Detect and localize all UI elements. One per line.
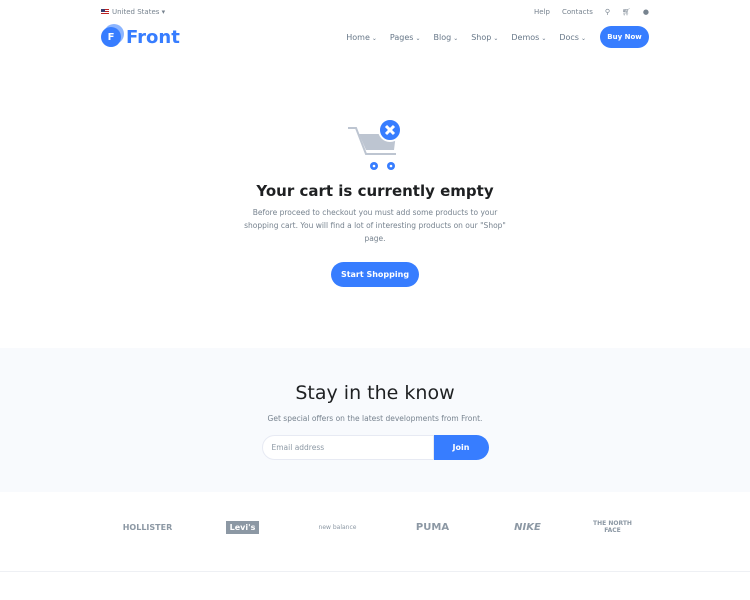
nav-demos[interactable]: Demos ⌄ — [511, 33, 546, 42]
levis-logo: Levi's — [213, 520, 273, 534]
us-flag-icon — [101, 9, 109, 14]
join-button[interactable]: Join — [433, 435, 489, 460]
region-selector[interactable]: United States ▾ — [101, 8, 165, 16]
empty-cart-title: Your cart is currently empty — [256, 182, 494, 200]
hollister-logo: HOLLISTER — [122, 522, 173, 532]
account-icon[interactable]: ● — [643, 8, 649, 16]
empty-cart-text: Before proceed to checkout you must add … — [244, 208, 506, 243]
newsletter-section: Stay in the know Get special offers on t… — [0, 348, 750, 492]
nav-blog[interactable]: Blog ⌄ — [434, 33, 459, 42]
cart-icon[interactable]: 🛒︎ — [622, 8, 631, 16]
logo-mark-icon: F — [101, 27, 121, 47]
logo[interactable]: F Front — [101, 27, 180, 48]
empty-cart-icon — [348, 118, 402, 170]
help-link[interactable]: Help — [534, 8, 550, 16]
nav-docs[interactable]: Docs ⌄ — [559, 33, 586, 42]
nav-shop[interactable]: Shop ⌄ — [471, 33, 498, 42]
newsletter-subtitle: Get special offers on the latest develop… — [267, 414, 483, 423]
puma-logo: PUMA — [415, 521, 450, 533]
top-bar: United States ▾ Help Contacts ⚲ 🛒︎ ● — [101, 6, 649, 18]
newsletter-title: Stay in the know — [295, 382, 455, 404]
buy-now-button[interactable]: Buy Now — [600, 26, 649, 48]
email-input[interactable]: Email address — [261, 435, 434, 460]
empty-cart-section: Your cart is currently empty Before proc… — [0, 118, 750, 287]
contacts-link[interactable]: Contacts — [562, 8, 593, 16]
nike-logo: NIKE — [514, 521, 541, 533]
nav-pages[interactable]: Pages ⌄ — [390, 33, 421, 42]
brand-logos: HOLLISTER Levi's new balance PUMA NIKE T… — [100, 520, 650, 534]
nav-home[interactable]: Home ⌄ — [346, 33, 377, 42]
search-icon[interactable]: ⚲ — [605, 8, 610, 16]
start-shopping-button[interactable]: Start Shopping — [331, 262, 419, 287]
divider — [0, 571, 750, 572]
north-face-logo: THE NORTH FACE — [593, 520, 632, 534]
header: F Front Home ⌄ Pages ⌄ Blog ⌄ Shop ⌄ Demos ⌄ D… — [101, 24, 649, 50]
new-balance-logo: new balance — [318, 523, 357, 531]
